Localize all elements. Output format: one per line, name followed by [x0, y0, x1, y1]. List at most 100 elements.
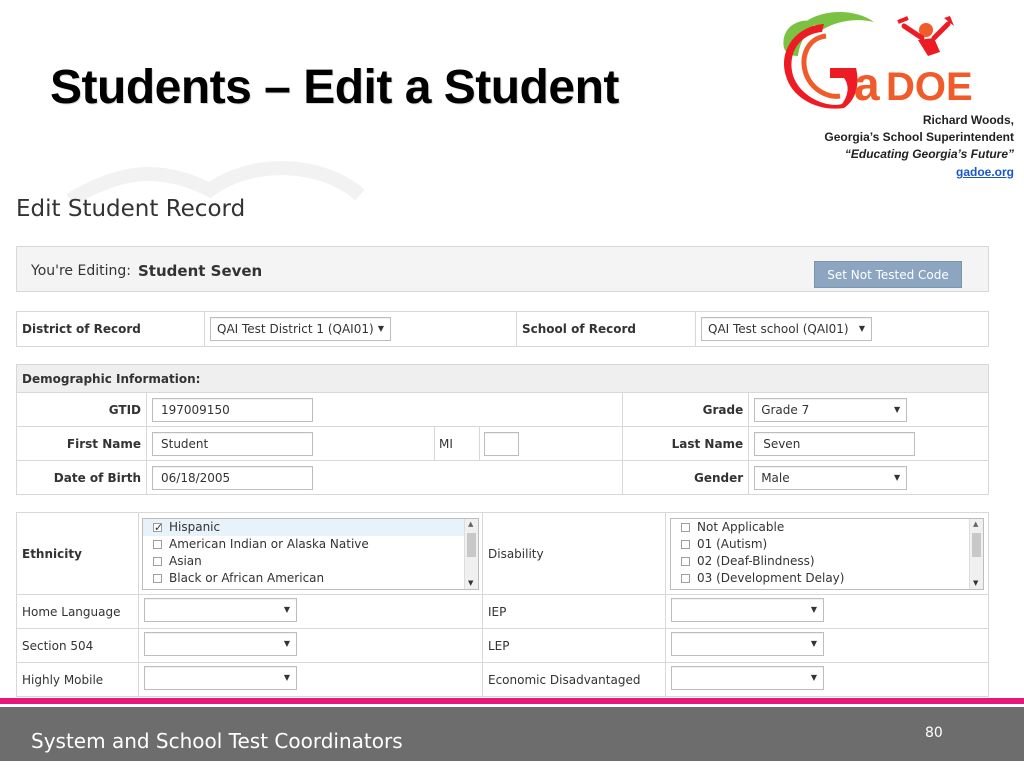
grade-label: Grade — [622, 392, 750, 427]
school-select[interactable]: QAI Test school (QAI01) ▼ — [701, 317, 872, 341]
home-language-select[interactable]: ▼ — [144, 598, 297, 622]
editing-student-name: Student Seven — [138, 262, 263, 280]
footer-text: System and School Test Coordinators — [31, 729, 403, 753]
chevron-down-icon: ▼ — [858, 324, 865, 333]
ethnicity-listbox[interactable]: Hispanic American Indian or Alaska Nativ… — [142, 517, 479, 590]
ethnicity-option[interactable]: Hispanic — [143, 518, 478, 536]
gadoe-logo-block: a DOE Richard Woods, Georgia’s School Su… — [774, 8, 1014, 181]
disability-scrollbar[interactable]: ▲ ▼ — [969, 518, 983, 589]
chevron-down-icon: ▼ — [894, 472, 901, 482]
demographic-table: Demographic Information: GTID 197009150 … — [16, 364, 989, 495]
scroll-down-arrow-icon[interactable]: ▼ — [973, 579, 978, 587]
last-name-input[interactable]: Seven — [754, 431, 916, 456]
economic-disadvantaged-label: Economic Disadvantaged — [482, 662, 666, 697]
scrollbar-thumb[interactable] — [467, 532, 476, 557]
checkbox-icon[interactable] — [681, 573, 690, 583]
checkbox-icon[interactable] — [153, 556, 162, 566]
gender-select[interactable]: Male ▼ — [754, 465, 908, 490]
attributes-table: Ethnicity Hispanic American Indian or Al… — [16, 512, 989, 697]
ethnicity-option-label: Black or African American — [169, 570, 325, 585]
checkbox-icon[interactable] — [681, 522, 690, 532]
checkbox-icon[interactable] — [153, 539, 162, 549]
disability-option[interactable]: 03 (Development Delay) — [671, 570, 983, 587]
superintendent-title: Georgia’s School Superintendent — [824, 130, 1014, 144]
record-of-table: District of Record QAI Test District 1 (… — [16, 311, 989, 347]
grade-select[interactable]: Grade 7 ▼ — [754, 397, 908, 422]
edit-student-form: Edit Student Record You're Editing: Stud… — [16, 190, 989, 697]
scroll-up-arrow-icon[interactable]: ▲ — [468, 520, 473, 528]
svg-text:DOE: DOE — [886, 65, 973, 109]
svg-text:a: a — [854, 58, 880, 110]
school-select-value: QAI Test school (QAI01) — [708, 322, 849, 336]
dob-label: Date of Birth — [16, 460, 147, 495]
chevron-down-icon: ▼ — [894, 404, 901, 414]
economic-disadvantaged-select[interactable]: ▼ — [671, 666, 824, 690]
ethnicity-option-label: Hispanic — [169, 519, 221, 534]
first-name-label: First Name — [16, 426, 147, 461]
iep-label: IEP — [482, 594, 666, 629]
mi-label: MI — [439, 436, 453, 451]
chevron-down-icon: ▼ — [810, 639, 817, 648]
lep-select[interactable]: ▼ — [671, 632, 824, 656]
checkbox-icon[interactable] — [153, 573, 162, 583]
disability-option[interactable]: Not Applicable — [671, 519, 983, 536]
gadoe-logo: a DOE — [783, 11, 973, 110]
chevron-down-icon: ▼ — [283, 605, 290, 614]
checkbox-icon[interactable] — [681, 539, 690, 549]
first-name-input[interactable]: Student — [152, 431, 313, 456]
checkbox-icon[interactable] — [681, 556, 690, 566]
disability-listbox[interactable]: Not Applicable 01 (Autism) 02 (Deaf-Blin… — [670, 517, 984, 590]
set-not-tested-code-button[interactable]: Set Not Tested Code — [814, 261, 962, 288]
disability-option-label: Not Applicable — [697, 519, 785, 534]
scrollbar-thumb[interactable] — [972, 532, 981, 557]
disability-label: Disability — [482, 512, 666, 595]
home-language-label: Home Language — [16, 594, 139, 629]
slide-title: Students – Edit a Student — [50, 61, 619, 114]
section-504-select[interactable]: ▼ — [144, 632, 297, 656]
chevron-down-icon: ▼ — [810, 605, 817, 614]
ethnicity-option-label: American Indian or Alaska Native — [169, 536, 369, 551]
disability-option[interactable]: 02 (Deaf-Blindness) — [671, 553, 983, 570]
ethnicity-option[interactable]: Black or African American — [143, 570, 478, 587]
chevron-down-icon: ▼ — [283, 673, 290, 682]
chevron-down-icon: ▼ — [810, 673, 817, 682]
gadoe-link[interactable]: gadoe.org — [956, 165, 1014, 179]
dob-input[interactable]: 06/18/2005 — [152, 465, 313, 490]
lep-label: LEP — [482, 628, 666, 663]
highly-mobile-label: Highly Mobile — [16, 662, 139, 697]
footer-bar: System and School Test Coordinators 80 — [0, 707, 1024, 761]
editing-panel: You're Editing: Student Seven Set Not Te… — [16, 246, 989, 292]
disability-option[interactable]: 01 (Autism) — [671, 536, 983, 553]
ethnicity-scrollbar[interactable]: ▲ ▼ — [464, 518, 478, 589]
district-label: District of Record — [16, 311, 205, 347]
last-name-label: Last Name — [622, 426, 750, 461]
chevron-down-icon: ▼ — [377, 324, 384, 333]
section-504-label: Section 504 — [16, 628, 139, 663]
iep-select[interactable]: ▼ — [671, 598, 824, 622]
gtid-input[interactable]: 197009150 — [152, 397, 313, 422]
grade-select-value: Grade 7 — [761, 402, 810, 417]
chevron-down-icon: ▼ — [283, 639, 290, 648]
district-select-value: QAI Test District 1 (QAI01) — [217, 322, 374, 336]
mi-input[interactable] — [484, 431, 519, 456]
gender-label: Gender — [622, 460, 750, 495]
scroll-down-arrow-icon[interactable]: ▼ — [468, 579, 473, 587]
disability-option-label: 03 (Development Delay) — [697, 570, 845, 585]
gtid-label: GTID — [16, 392, 147, 427]
scroll-up-arrow-icon[interactable]: ▲ — [973, 520, 978, 528]
footer-accent-line — [0, 698, 1024, 704]
disability-option-label: 01 (Autism) — [697, 536, 768, 551]
checkbox-checked-icon[interactable] — [153, 519, 163, 536]
editing-label: You're Editing: — [31, 263, 131, 279]
ethnicity-label: Ethnicity — [16, 512, 139, 595]
school-label: School of Record — [516, 311, 696, 347]
ethnicity-option[interactable]: American Indian or Alaska Native — [143, 536, 478, 553]
demographic-header: Demographic Information: — [16, 364, 989, 393]
ethnicity-option[interactable]: Asian — [143, 553, 478, 570]
gender-select-value: Male — [761, 470, 790, 485]
page-heading: Edit Student Record — [16, 196, 246, 222]
org-motto: “Educating Georgia’s Future” — [844, 147, 1014, 161]
district-select[interactable]: QAI Test District 1 (QAI01) ▼ — [210, 317, 391, 341]
highly-mobile-select[interactable]: ▼ — [144, 666, 297, 690]
superintendent-name: Richard Woods, — [922, 113, 1014, 127]
